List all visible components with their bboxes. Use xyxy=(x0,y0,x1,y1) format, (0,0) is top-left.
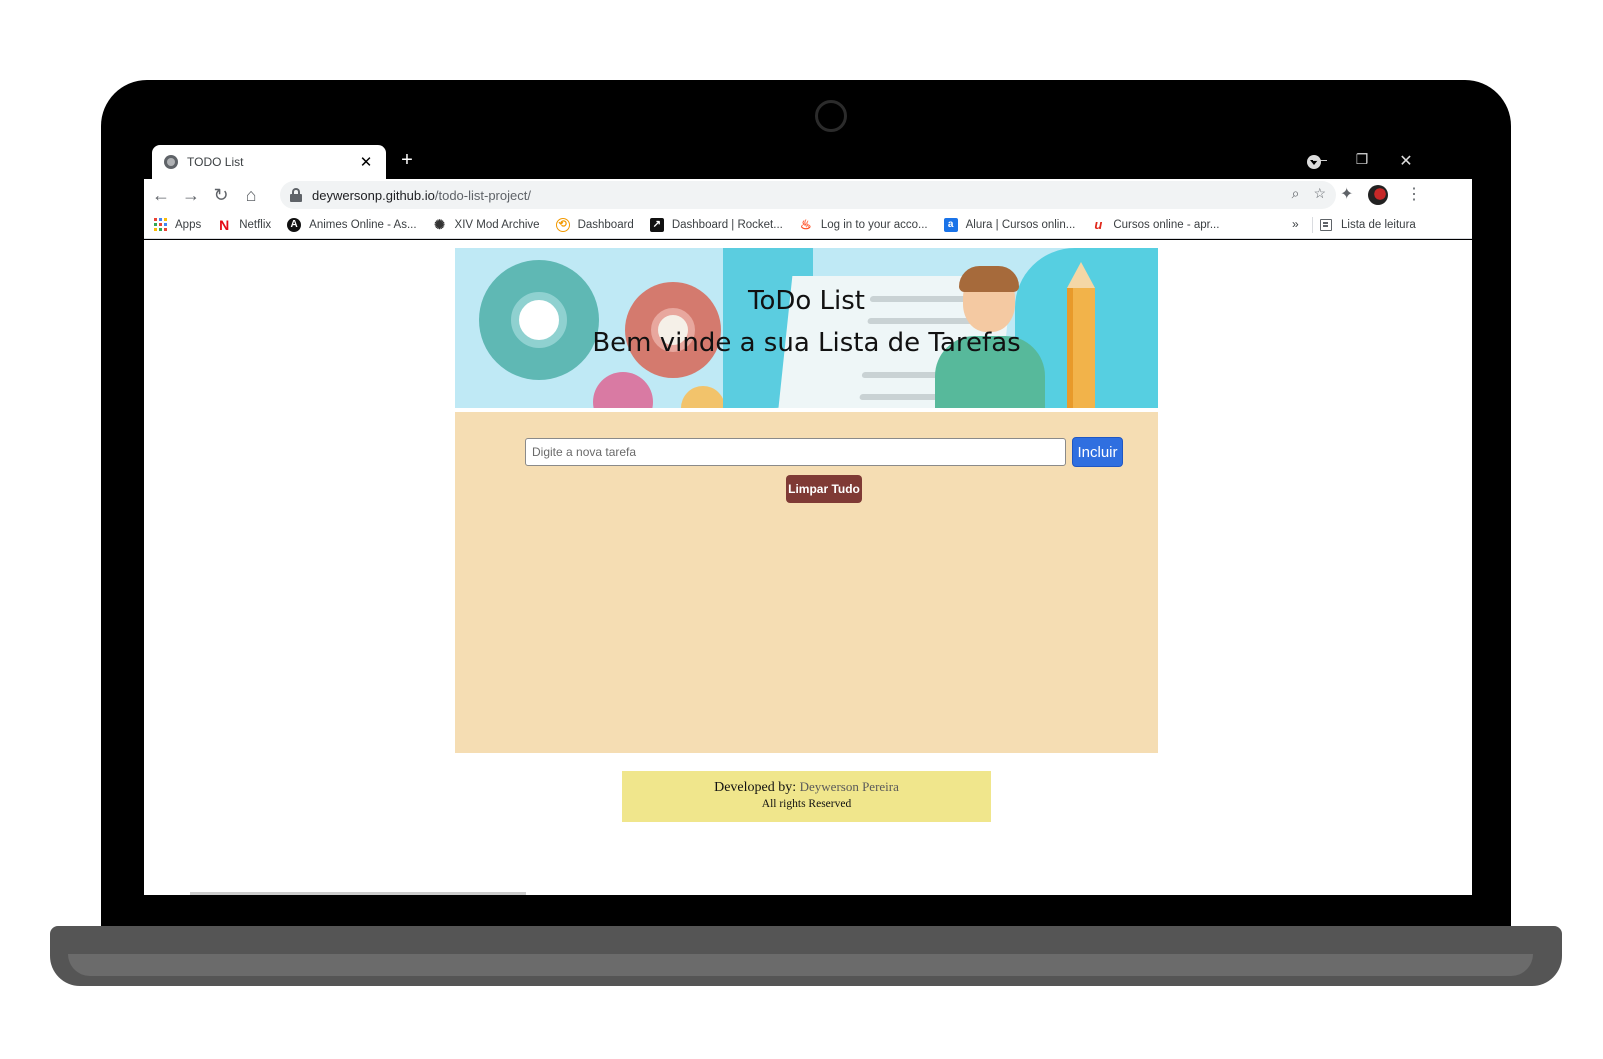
gear-illustration xyxy=(593,372,653,408)
url-host: deywersonp.github.io xyxy=(312,187,435,203)
rocketseat-icon: ↗ xyxy=(649,217,664,232)
more-bookmarks-button[interactable]: » xyxy=(1292,217,1299,231)
webcam-icon xyxy=(815,100,847,132)
dashboard-icon: ⟲ xyxy=(555,217,570,232)
profile-avatar[interactable] xyxy=(1368,185,1388,205)
tab-strip: TODO List ✕ + — ❐ ✕ xyxy=(144,145,1472,179)
alura-icon: a xyxy=(943,217,958,232)
bookmark-star-icon[interactable]: ☆ xyxy=(1313,185,1326,202)
footer-developed-by: Developed by: xyxy=(714,780,797,795)
todo-panel: Incluir Limpar Tudo xyxy=(455,412,1158,753)
header-banner: ToDo List Bem vinde a sua Lista de Taref… xyxy=(455,248,1158,408)
page-footer: Developed by: Deywerson Pereira All righ… xyxy=(622,771,991,822)
reading-list-button[interactable]: Lista de leitura xyxy=(1320,211,1416,239)
forward-icon[interactable]: → xyxy=(180,184,202,206)
new-tab-button[interactable]: + xyxy=(394,149,420,172)
address-bar[interactable]: deywersonp.github.io/todo-list-project/ … xyxy=(280,181,1336,209)
globe-icon xyxy=(164,155,178,169)
banner-subtitle: Bem vinde a sua Lista de Tarefas xyxy=(592,328,1021,358)
new-task-input[interactable] xyxy=(525,438,1066,466)
page-viewport: ToDo List Bem vinde a sua Lista de Taref… xyxy=(144,240,1472,895)
tab-title: TODO List xyxy=(187,155,244,169)
laptop-base-inner xyxy=(68,954,1533,976)
close-window-button[interactable]: ✕ xyxy=(1391,151,1421,171)
browser-window: TODO List ✕ + — ❐ ✕ ← → ↻ ⌂ deywersonp.g… xyxy=(144,145,1472,895)
reload-icon[interactable]: ↻ xyxy=(210,184,232,206)
bookmark-animes[interactable]: A Animes Online - As... xyxy=(287,217,417,232)
close-tab-icon[interactable]: ✕ xyxy=(358,153,374,171)
clear-all-button[interactable]: Limpar Tudo xyxy=(786,475,862,503)
bookmark-udemy[interactable]: u Cursos online - apr... xyxy=(1091,217,1219,232)
lock-icon[interactable] xyxy=(290,188,302,202)
menu-kebab-icon[interactable]: ⋮ xyxy=(1406,184,1422,204)
zoom-icon[interactable]: ⌕ xyxy=(1292,185,1300,202)
mod-archive-icon: ✺ xyxy=(434,216,445,232)
bookmarks-bar: Apps N Netflix A Animes Online - As... ✺… xyxy=(144,211,1472,239)
footer-rights: All rights Reserved xyxy=(761,798,852,810)
horizontal-scrollbar[interactable] xyxy=(190,892,526,895)
browser-toolbar: ← → ↻ ⌂ deywersonp.github.io/todo-list-p… xyxy=(144,179,1472,211)
flame-icon: ♨ xyxy=(800,216,812,232)
browser-tab[interactable]: TODO List ✕ xyxy=(152,145,386,179)
bookmark-dashboard[interactable]: ⟲ Dashboard xyxy=(555,217,634,232)
apps-grid-icon xyxy=(154,218,167,231)
extensions-icon[interactable]: ✦ xyxy=(1340,184,1353,204)
bookmarks-divider xyxy=(1312,217,1313,233)
netflix-icon: N xyxy=(219,216,230,233)
banner-title: ToDo List xyxy=(747,286,865,316)
bookmark-rocketseat[interactable]: ↗ Dashboard | Rocket... xyxy=(649,217,783,232)
anime-icon: A xyxy=(287,217,302,232)
add-task-button[interactable]: Incluir xyxy=(1072,437,1123,467)
reading-list-icon xyxy=(1320,219,1332,231)
home-icon[interactable]: ⌂ xyxy=(240,184,262,206)
gear-illustration xyxy=(681,386,725,408)
minimize-button[interactable]: — xyxy=(1305,151,1335,167)
bookmark-apps[interactable]: Apps xyxy=(154,218,201,231)
udemy-icon: u xyxy=(1094,217,1103,232)
bookmark-alura[interactable]: a Alura | Cursos onlin... xyxy=(943,217,1075,232)
bookmark-netflix[interactable]: N Netflix xyxy=(217,216,271,233)
back-icon[interactable]: ← xyxy=(150,184,172,206)
footer-author-link[interactable]: Deywerson Pereira xyxy=(800,779,899,794)
bookmark-login[interactable]: ♨ Log in to your acco... xyxy=(799,216,928,232)
bookmark-xiv-mod[interactable]: ✺ XIV Mod Archive xyxy=(433,216,539,232)
url-path: /todo-list-project/ xyxy=(434,187,531,203)
gear-illustration xyxy=(479,260,599,380)
restore-button[interactable]: ❐ xyxy=(1347,151,1377,168)
footer-credit: Developed by: Deywerson Pereira xyxy=(622,779,991,796)
